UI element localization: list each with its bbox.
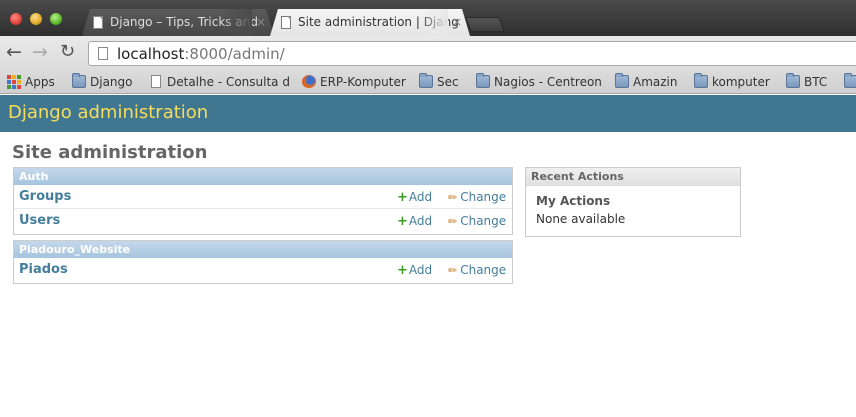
folder-icon — [615, 73, 629, 88]
change-users-link[interactable]: ✏ Change — [448, 214, 506, 228]
bookmark-sec[interactable]: Sec — [417, 73, 459, 91]
page-icon — [151, 75, 161, 88]
bookmark-label: komputer — [712, 75, 770, 89]
url-text[interactable]: localhost:8000/admin/ — [117, 44, 285, 64]
folder-icon — [786, 73, 800, 88]
bookmark-detalhe-consulta[interactable]: Detalhe - Consulta d — [147, 73, 295, 91]
module-caption[interactable]: Piadouro_Website — [14, 241, 512, 258]
browser-toolbar: ← → ↻ localhost:8000/admin/ — [0, 36, 856, 70]
add-label: Add — [408, 214, 433, 228]
pencil-icon: ✏ — [448, 264, 458, 277]
window-minimize-icon[interactable] — [30, 13, 42, 25]
app-module-piadouro-website: Piadouro_Website Piados +Add ✏ Change — [13, 240, 513, 284]
forward-arrow-icon[interactable]: → — [32, 42, 48, 62]
bookmark-btc[interactable]: BTC — [784, 73, 827, 91]
model-link-piados[interactable]: Piados — [19, 262, 68, 277]
bookmark-label: ERP-Komputer — [320, 75, 406, 89]
site-branding[interactable]: Django administration — [8, 102, 208, 123]
add-label: Add — [408, 263, 433, 277]
bookmark-label: Sec — [437, 75, 459, 89]
change-piados-link[interactable]: ✏ Change — [448, 263, 506, 277]
add-users-link[interactable]: +Add — [397, 214, 432, 229]
browser-tab-django-tips[interactable]: Django – Tips, Tricks and × — [82, 9, 274, 36]
folder-icon — [694, 73, 708, 88]
recent-actions-panel: Recent Actions My Actions None available — [525, 167, 741, 237]
back-arrow-icon[interactable]: ← — [6, 42, 22, 62]
change-label: Change — [460, 214, 507, 228]
bookmark-label: Detalhe - Consulta d — [167, 75, 290, 89]
plus-icon: + — [397, 190, 408, 205]
page-icon — [98, 47, 108, 60]
bookmark-label: Apps — [25, 75, 55, 89]
folder-icon — [844, 73, 856, 88]
bookmark-overflow[interactable] — [842, 73, 856, 91]
bookmark-komputer[interactable]: komputer — [692, 73, 770, 91]
model-link-groups[interactable]: Groups — [19, 189, 71, 204]
browser-tab-site-administration[interactable]: Site administration | Djang × — [270, 9, 470, 36]
bookmark-nagios-centreon[interactable]: Nagios - Centreon — [474, 73, 602, 91]
url-path: :8000/admin/ — [184, 45, 285, 63]
model-row-groups: Groups +Add ✏ Change — [14, 185, 512, 209]
recent-actions-caption: Recent Actions — [526, 168, 740, 186]
page-icon — [281, 16, 291, 29]
bookmark-label: BTC — [804, 75, 828, 89]
firefox-icon — [302, 75, 316, 88]
window-close-icon[interactable] — [10, 13, 22, 25]
no-actions-text: None available — [536, 212, 626, 226]
bookmark-django[interactable]: Django — [70, 73, 133, 91]
page-title: Site administration — [12, 142, 208, 163]
new-tab-button[interactable] — [464, 17, 506, 32]
window-zoom-icon[interactable] — [50, 13, 62, 25]
change-groups-link[interactable]: ✏ Change — [448, 190, 506, 204]
bookmark-amazin[interactable]: Amazin — [613, 73, 678, 91]
my-actions-heading: My Actions — [536, 194, 611, 208]
admin-header: Django administration — [0, 95, 856, 132]
tab-close-icon[interactable]: × — [452, 9, 462, 36]
add-piados-link[interactable]: +Add — [397, 263, 432, 278]
tab-close-icon[interactable]: × — [256, 9, 266, 36]
url-host: localhost — [117, 45, 185, 63]
bookmark-label: Nagios - Centreon — [494, 75, 602, 89]
folder-icon — [72, 73, 86, 88]
bookmark-apps[interactable]: Apps — [5, 73, 55, 91]
browser-tab-strip: Django – Tips, Tricks and × Site adminis… — [0, 0, 856, 36]
reload-icon[interactable]: ↻ — [60, 42, 75, 62]
app-module-auth: Auth Groups +Add ✏ Change Users +Add ✏ Cha… — [13, 167, 513, 235]
add-label: Add — [408, 190, 433, 204]
plus-icon: + — [397, 214, 408, 229]
folder-icon — [476, 73, 490, 88]
change-label: Change — [460, 190, 507, 204]
plus-icon: + — [397, 263, 408, 278]
change-label: Change — [460, 263, 507, 277]
add-groups-link[interactable]: +Add — [397, 190, 432, 205]
pencil-icon: ✏ — [448, 215, 458, 228]
page-icon — [93, 16, 103, 29]
apps-icon — [7, 75, 21, 89]
address-bar[interactable]: localhost:8000/admin/ — [88, 41, 856, 66]
model-row-users: Users +Add ✏ Change — [14, 209, 512, 233]
bookmark-label: Django — [90, 75, 133, 89]
module-caption[interactable]: Auth — [14, 168, 512, 185]
bookmarks-bar: Apps Django Detalhe - Consulta d ERP-Kom… — [0, 70, 856, 94]
bookmark-label: Amazin — [633, 75, 678, 89]
folder-icon — [419, 73, 433, 88]
pencil-icon: ✏ — [448, 191, 458, 204]
model-row-piados: Piados +Add ✏ Change — [14, 258, 512, 282]
model-link-users[interactable]: Users — [19, 213, 60, 228]
bookmark-erp-komputer[interactable]: ERP-Komputer — [300, 73, 406, 91]
